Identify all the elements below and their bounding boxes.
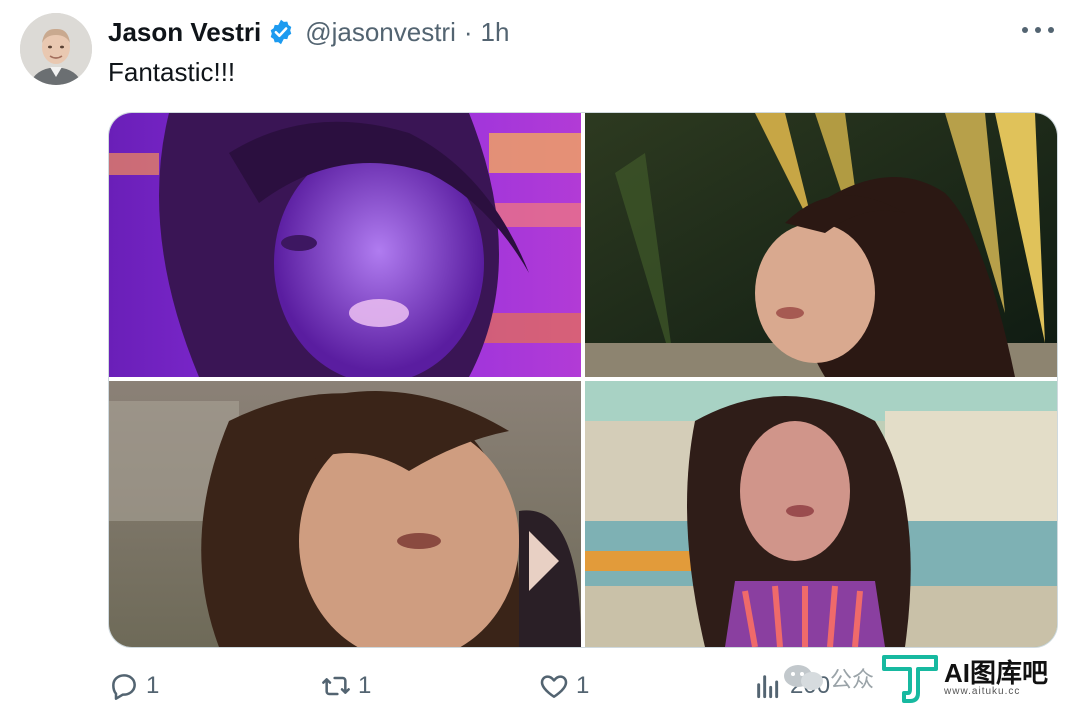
like-count: 1: [576, 672, 590, 699]
like-icon: [540, 675, 568, 698]
retweet-button[interactable]: 1: [320, 670, 371, 702]
media-image-2[interactable]: [585, 113, 1057, 377]
watermark-brand: AI图库吧: [944, 657, 1049, 688]
avatar[interactable]: [20, 13, 92, 85]
watermark-chat-label: 公众: [830, 667, 875, 692]
tweet-text: Fantastic!!!: [108, 57, 236, 87]
aituku-logo-icon: [882, 655, 939, 703]
like-button[interactable]: 1: [538, 670, 589, 702]
avatar-image: [20, 13, 92, 85]
reply-button[interactable]: 1: [108, 670, 159, 702]
tweet-header: Jason Vestri @jasonvestri · 1h: [108, 14, 509, 50]
wechat-icon: [784, 665, 823, 690]
retweet-count: 1: [358, 672, 372, 699]
tweet-timestamp[interactable]: 1h: [481, 17, 510, 48]
watermark: 公众 AI图库吧 www.aituku.cc: [782, 650, 1072, 706]
verified-badge-icon: [270, 19, 292, 45]
media-image-1[interactable]: [109, 113, 581, 377]
reply-count: 1: [146, 672, 160, 699]
more-icon[interactable]: [1022, 18, 1054, 42]
media-grid: [108, 112, 1058, 648]
author-handle[interactable]: @jasonvestri: [305, 17, 456, 48]
reply-icon: [112, 674, 136, 700]
author-name[interactable]: Jason Vestri: [108, 17, 261, 48]
media-image-3[interactable]: [109, 381, 581, 647]
watermark-url: www.aituku.cc: [944, 685, 1021, 697]
media-image-4[interactable]: [585, 381, 1057, 647]
separator-dot: ·: [463, 16, 473, 47]
retweet-icon: [322, 676, 350, 696]
views-icon: [757, 675, 779, 699]
